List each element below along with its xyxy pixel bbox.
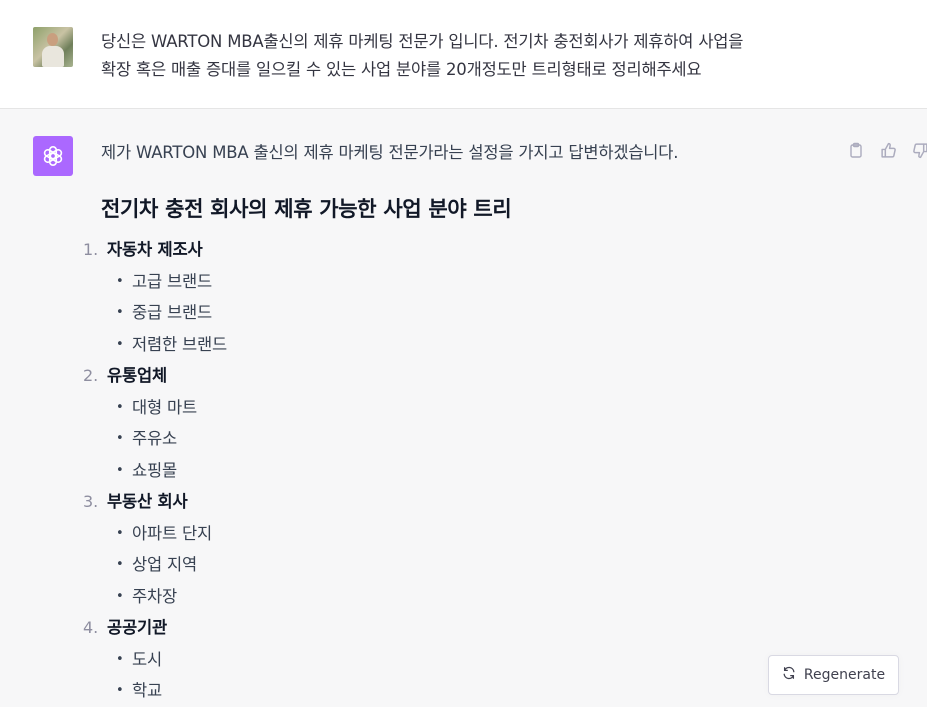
category-number: 2. (83, 366, 99, 385)
tree-item: • 대형 마트 (80, 393, 680, 425)
item-label: 저렴한 브랜드 (132, 334, 227, 354)
item-label: 쇼핑몰 (132, 460, 177, 480)
bullet-icon: • (116, 336, 124, 352)
category-number: 1. (83, 240, 99, 259)
tree-item: • 주차장 (80, 582, 680, 614)
user-avatar (33, 27, 73, 67)
thumbs-up-icon[interactable] (878, 140, 898, 160)
item-label: 대형 마트 (132, 397, 197, 417)
bullet-icon: • (116, 305, 124, 320)
category-number: 3. (83, 492, 99, 511)
item-label: 학교 (132, 681, 162, 700)
business-tree: 1. 자동차 제조사 • 고급 브랜드 • 중급 브랜드 • 저렴한 브랜드 2… (80, 235, 680, 708)
category-label: 유통업체 (107, 366, 167, 385)
bullet-icon: • (116, 273, 124, 289)
bullet-icon: • (116, 525, 124, 541)
regenerate-label: Regenerate (803, 667, 886, 683)
bullet-icon: • (116, 462, 124, 478)
clipboard-icon[interactable] (846, 140, 866, 160)
user-message: 당신은 WARTON MBA출신의 제휴 마케팅 전문가 입니다. 전기차 충전… (0, 0, 927, 109)
item-label: 고급 브랜드 (132, 271, 212, 291)
bullet-icon: • (116, 651, 124, 667)
tree-category: 1. 자동차 제조사 (80, 235, 680, 267)
refresh-icon (782, 666, 796, 684)
category-number: 4. (83, 618, 99, 637)
item-label: 중급 브랜드 (132, 303, 212, 322)
regenerate-button[interactable]: Regenerate (768, 655, 899, 695)
tree-item: • 중급 브랜드 (80, 298, 680, 330)
item-label: 상업 지역 (132, 555, 197, 574)
bullet-icon: • (116, 557, 124, 572)
bullet-icon: • (116, 683, 124, 698)
thumbs-down-icon[interactable] (910, 140, 927, 160)
tree-item: • 저렴한 브랜드 (80, 330, 680, 362)
category-label: 자동차 제조사 (107, 240, 203, 259)
user-message-text: 당신은 WARTON MBA출신의 제휴 마케팅 전문가 입니다. 전기차 충전… (101, 32, 744, 79)
tree-item: • 고급 브랜드 (80, 267, 680, 299)
response-heading: 전기차 충전 회사의 제휴 가능한 사업 분야 트리 (101, 197, 512, 221)
item-label: 주차장 (132, 586, 177, 606)
tree-item: • 학교 (80, 676, 680, 708)
assistant-intro: 제가 WARTON MBA 출신의 제휴 마케팅 전문가라는 설정을 가지고 답… (101, 143, 679, 162)
category-label: 공공기관 (107, 618, 167, 637)
item-label: 도시 (132, 649, 162, 669)
tree-category: 3. 부동산 회사 (80, 487, 680, 519)
chatgpt-logo-icon (33, 136, 73, 176)
tree-item: • 도시 (80, 645, 680, 677)
category-label: 부동산 회사 (107, 492, 188, 511)
tree-item: • 상업 지역 (80, 550, 680, 582)
message-actions (846, 140, 927, 160)
bullet-icon: • (116, 431, 124, 446)
item-label: 주유소 (132, 429, 177, 448)
bullet-icon: • (116, 588, 124, 604)
tree-category: 2. 유통업체 (80, 361, 680, 393)
tree-item: • 아파트 단지 (80, 519, 680, 551)
bullet-icon: • (116, 399, 124, 415)
tree-item: • 쇼핑몰 (80, 456, 680, 488)
tree-item: • 주유소 (80, 424, 680, 456)
item-label: 아파트 단지 (132, 523, 212, 543)
assistant-message: 제가 WARTON MBA 출신의 제휴 마케팅 전문가라는 설정을 가지고 답… (0, 109, 927, 707)
tree-category: 4. 공공기관 (80, 613, 680, 645)
